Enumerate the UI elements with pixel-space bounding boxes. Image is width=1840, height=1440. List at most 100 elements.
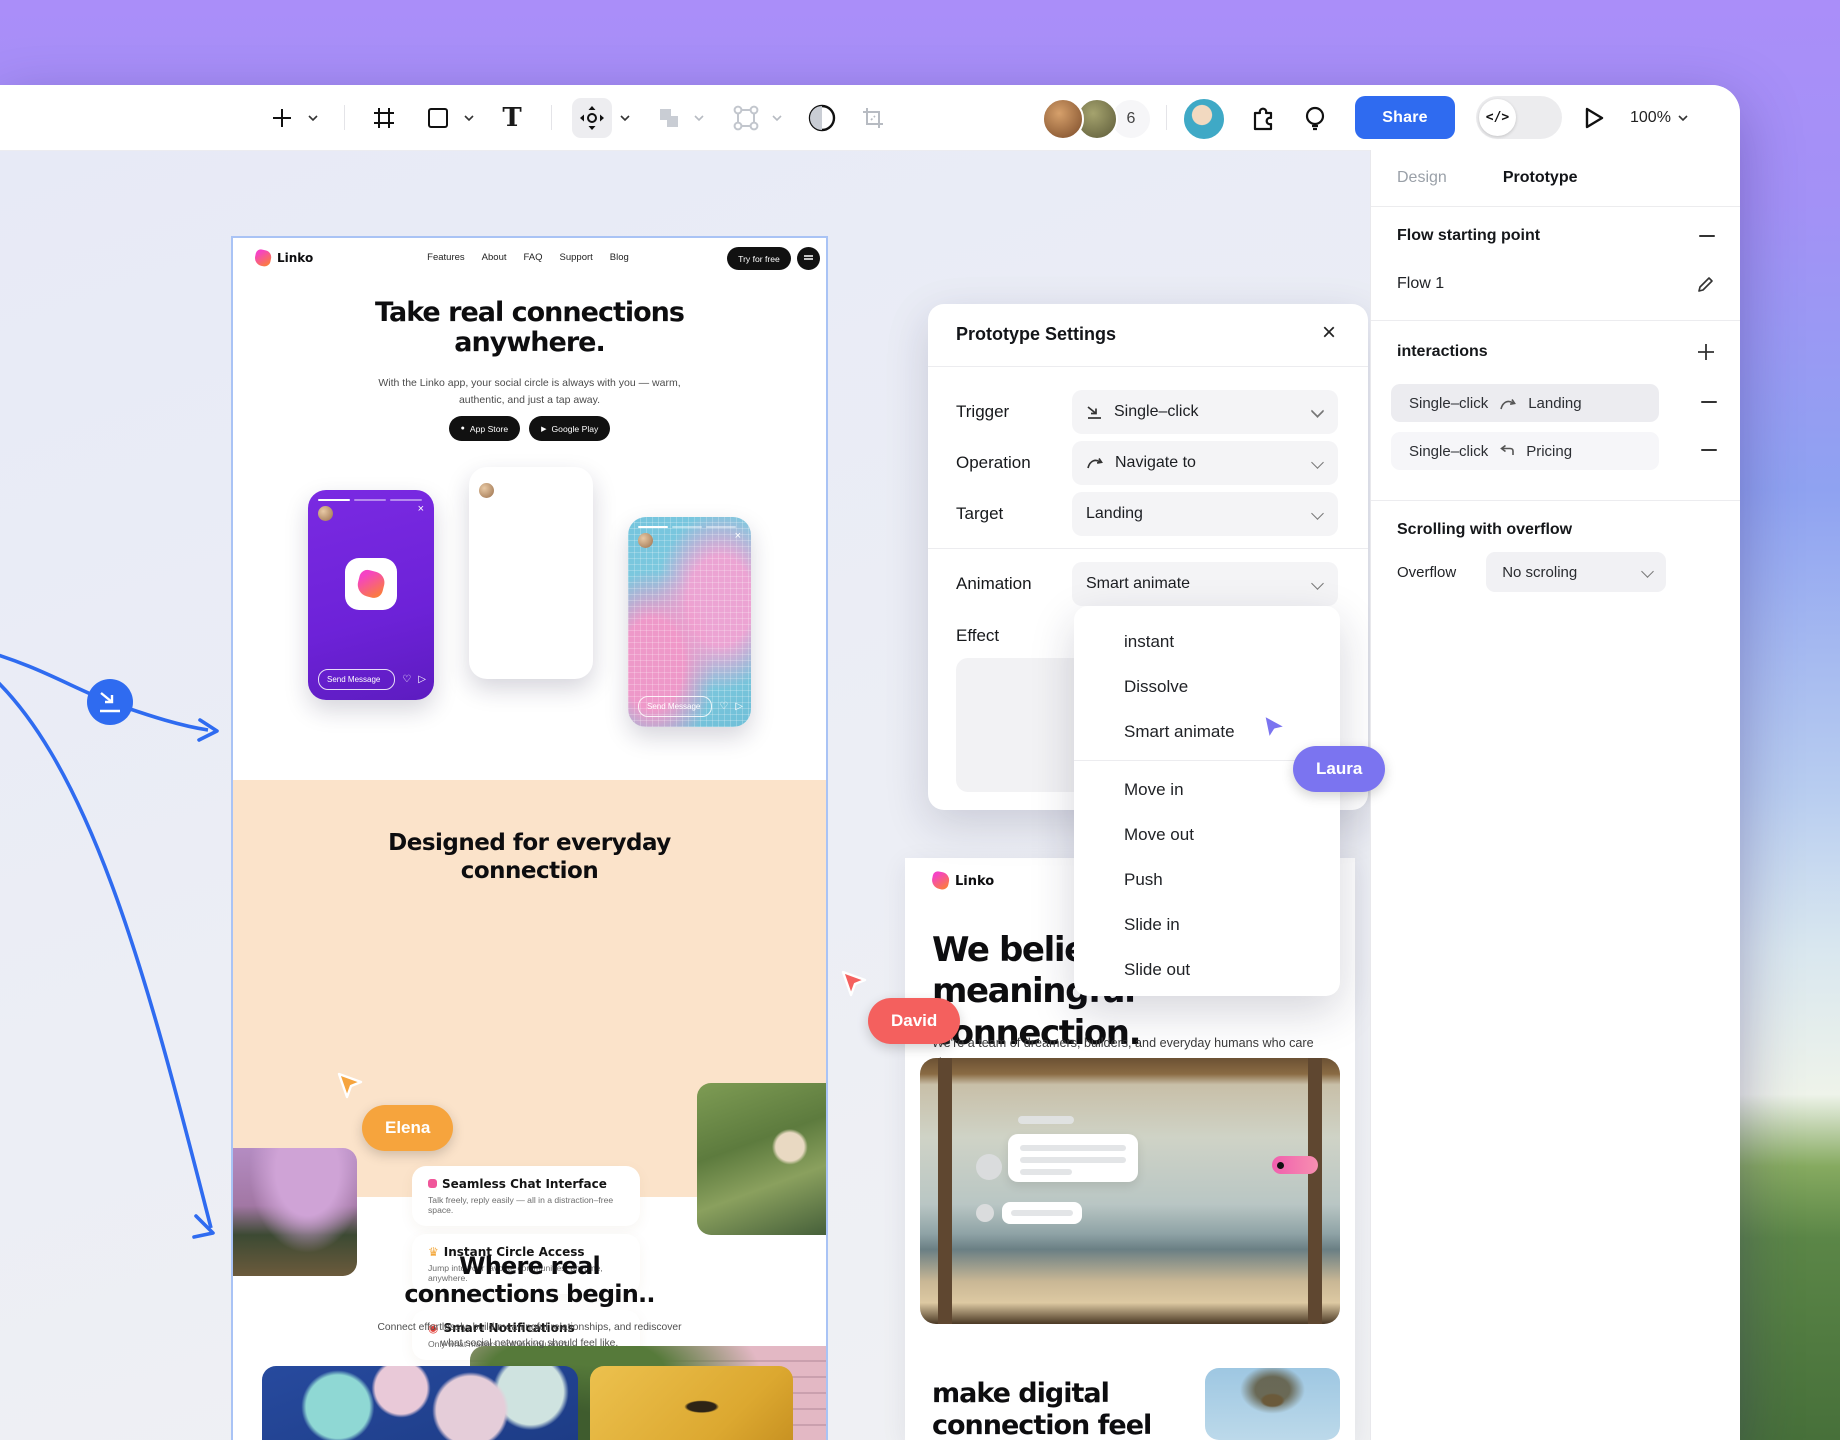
flow-name[interactable]: Flow 1 — [1397, 275, 1444, 293]
field-label-effect: Effect — [956, 626, 999, 646]
canvas[interactable]: Linko Features About FAQ Support Blog Tr… — [0, 150, 1370, 1440]
interaction-target: Landing — [1528, 395, 1581, 412]
animation-select[interactable]: Smart animate — [1072, 562, 1338, 606]
chat-icon — [428, 1179, 437, 1188]
story-avatar — [318, 506, 333, 521]
crop-tool-icon[interactable] — [858, 85, 888, 150]
target-select[interactable]: Landing — [1072, 492, 1338, 536]
add-interaction-icon[interactable] — [1697, 343, 1715, 361]
chevron-down-icon — [1311, 577, 1324, 590]
send-message-input: Send Message — [318, 669, 395, 690]
chat-avatar-skeleton — [976, 1154, 1002, 1180]
begin-subtitle: Connect effortlessly, build meaningful r… — [233, 1320, 826, 1353]
overflow-value: No scroling — [1502, 564, 1577, 581]
insert-chevron-icon[interactable] — [304, 85, 322, 150]
chevron-down-icon — [1311, 456, 1324, 469]
interaction-row-pricing[interactable]: Single–click Pricing — [1391, 432, 1659, 470]
laura-cursor-icon — [1258, 711, 1292, 745]
collapse-minus-icon[interactable] — [1699, 235, 1715, 237]
field-label-trigger: Trigger — [956, 402, 1009, 422]
present-play-icon[interactable] — [1576, 85, 1610, 150]
overflow-select[interactable]: No scroling — [1486, 552, 1666, 592]
modal-close-icon[interactable]: × — [1314, 318, 1344, 348]
dropdown-option[interactable]: instant — [1074, 619, 1340, 664]
cursor-name: David — [891, 1011, 937, 1031]
target-value: Landing — [1086, 505, 1143, 523]
hero-subtitle: With the Linko app, your social circle i… — [233, 375, 826, 410]
tab-design[interactable]: Design — [1397, 169, 1447, 187]
field-label-target: Target — [956, 504, 1003, 524]
toolbar: T — [0, 85, 1740, 151]
features-title: Designed for everyday connection — [233, 830, 826, 885]
trigger-select[interactable]: Single–click — [1072, 390, 1338, 434]
zoom-control[interactable]: 100% — [1630, 85, 1688, 150]
edit-pencil-icon[interactable] — [1696, 275, 1715, 294]
lightbulb-icon[interactable] — [1298, 85, 1332, 150]
dropdown-option[interactable]: Slide out — [1074, 947, 1340, 992]
share-label: Share — [1382, 109, 1427, 127]
dropdown-option[interactable]: Push — [1074, 857, 1340, 902]
navigate-arrow-icon — [1498, 396, 1518, 411]
elena-cursor-icon — [334, 1069, 368, 1103]
frame-landing[interactable]: Linko Features About FAQ Support Blog Tr… — [233, 238, 826, 1440]
feature-card: Seamless Chat Interface Talk freely, rep… — [412, 1166, 640, 1226]
features-title-line1: Designed for everyday — [233, 830, 826, 858]
balloons-photo — [262, 1366, 578, 1440]
shape-chevron-icon[interactable] — [460, 85, 478, 150]
vector-tool-icon[interactable] — [730, 85, 762, 150]
design-app-window: T — [0, 85, 1740, 1440]
insert-plus-icon[interactable] — [268, 85, 296, 150]
brand-name: Linko — [277, 251, 313, 265]
nav-link: Blog — [610, 252, 629, 263]
story-phone-purple: × Send Message♡▷ — [308, 490, 434, 700]
interactions-title: interactions — [1397, 343, 1488, 361]
send-message-input: Send Message — [638, 696, 712, 717]
text-tool-icon[interactable]: T — [498, 85, 526, 150]
interaction-row-landing[interactable]: Single–click Landing — [1391, 384, 1659, 422]
chevron-down-icon — [1311, 507, 1324, 520]
about-tagline-line1: make digital — [932, 1378, 1252, 1410]
send-message-input: Send Message — [479, 648, 554, 669]
share-button[interactable]: Share — [1355, 96, 1455, 139]
hero-title: Take real connections anywhere. — [233, 298, 826, 358]
move-chevron-icon[interactable] — [616, 85, 634, 150]
animation-value: Smart animate — [1086, 575, 1190, 593]
plugins-puzzle-icon[interactable] — [1246, 85, 1280, 150]
shape-tool-icon[interactable] — [424, 85, 452, 150]
feature-card-title: Seamless Chat Interface — [442, 1177, 607, 1191]
remove-interaction-icon[interactable] — [1701, 449, 1717, 451]
nav-link: Features — [427, 252, 465, 263]
david-cursor-label: David — [868, 998, 960, 1044]
dropdown-option[interactable]: Move out — [1074, 812, 1340, 857]
dev-mode-toggle[interactable]: </> — [1476, 96, 1562, 139]
mask-contrast-icon[interactable] — [806, 85, 838, 150]
pink-pill-element — [1272, 1156, 1318, 1174]
features-section: Designed for everyday connection Seamles… — [233, 780, 826, 1197]
dropdown-option[interactable]: Slide in — [1074, 902, 1340, 947]
tab-prototype[interactable]: Prototype — [1503, 169, 1578, 187]
boolean-union-icon[interactable] — [654, 85, 684, 150]
story-avatar — [638, 533, 653, 548]
field-label-operation: Operation — [956, 453, 1031, 473]
code-toggle-knob: </> — [1479, 99, 1516, 136]
toolbar-divider — [344, 105, 345, 130]
vector-chevron-icon[interactable] — [768, 85, 786, 150]
boolean-chevron-icon[interactable] — [690, 85, 708, 150]
dropdown-option[interactable]: Smart animate — [1074, 709, 1340, 754]
story-phone-photo: × Send Message♡▷ — [469, 467, 593, 679]
field-label-animation: Animation — [956, 574, 1032, 594]
toolbar-divider — [1166, 105, 1167, 130]
collaborator-avatar[interactable] — [1042, 98, 1084, 140]
dropdown-option[interactable]: Dissolve — [1074, 664, 1340, 709]
interaction-badge[interactable] — [87, 679, 133, 725]
remove-interaction-icon[interactable] — [1701, 401, 1717, 403]
hamburger-menu-icon — [797, 247, 820, 270]
laura-cursor-label: Laura — [1293, 746, 1385, 792]
story-phone-gradient: × Send Message♡▷ — [628, 517, 751, 727]
interaction-trigger: Single–click — [1409, 395, 1488, 412]
about-tagline-line2: connection feel — [932, 1410, 1252, 1440]
current-user-avatar[interactable] — [1182, 97, 1226, 141]
frame-tool-icon[interactable] — [368, 85, 400, 150]
operation-select[interactable]: Navigate to — [1072, 441, 1338, 485]
move-tool-icon[interactable] — [572, 98, 612, 138]
